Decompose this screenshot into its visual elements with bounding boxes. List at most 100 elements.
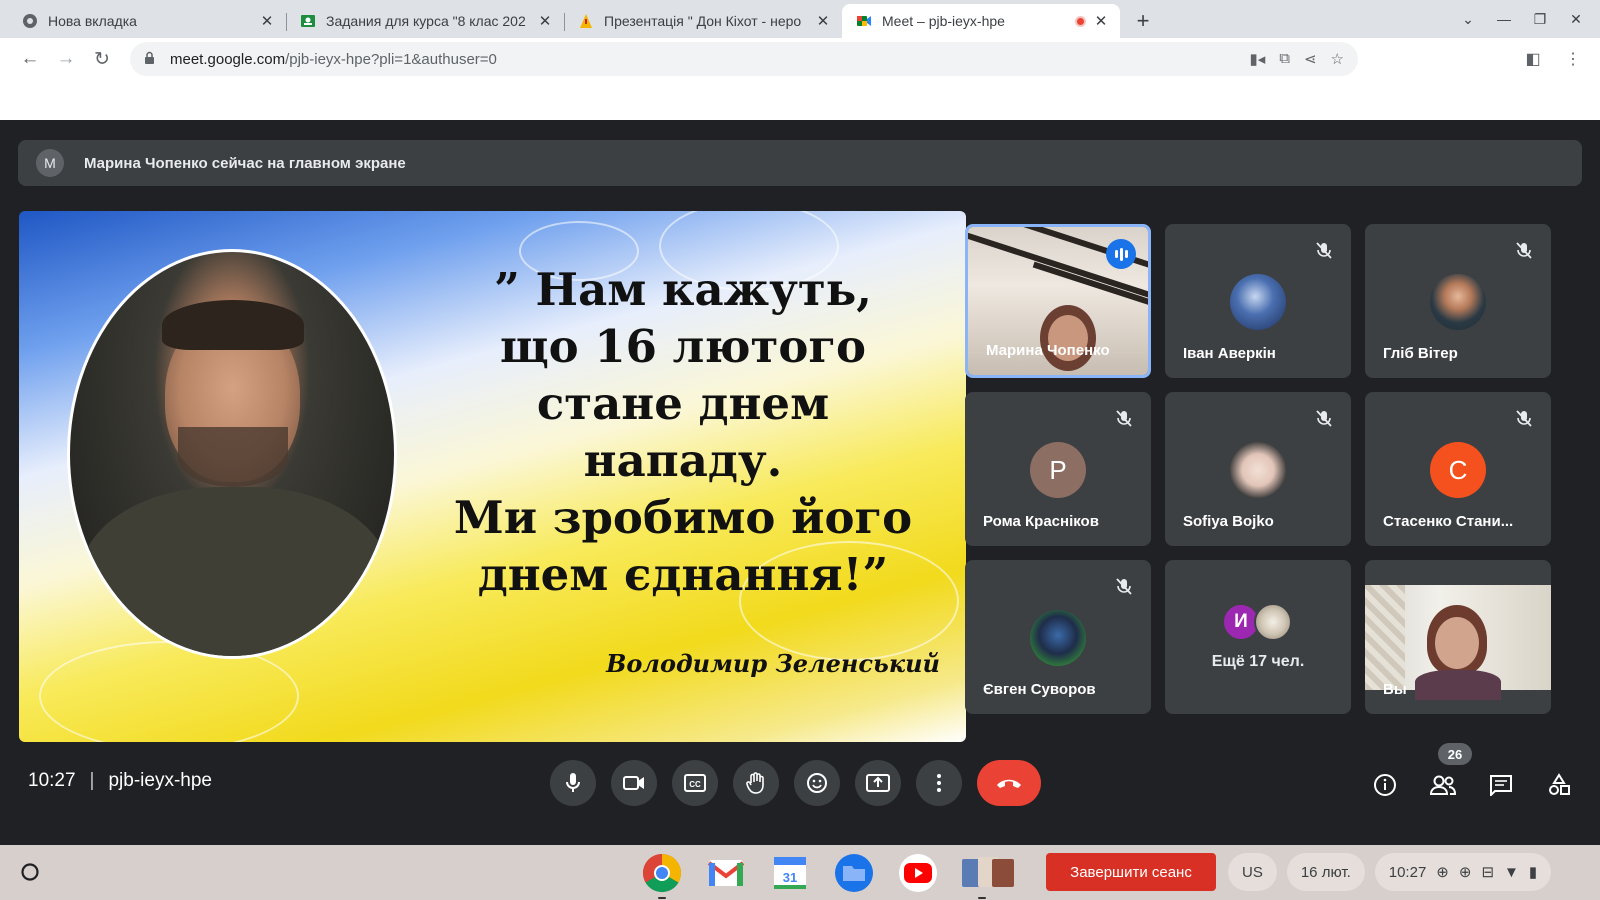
people-button[interactable] bbox=[1420, 762, 1466, 808]
youtube-icon bbox=[899, 854, 937, 892]
raise-hand-button[interactable] bbox=[733, 760, 779, 806]
wifi-icon: ▼ bbox=[1504, 863, 1519, 881]
avatar: С bbox=[1430, 442, 1486, 498]
close-icon[interactable]: ✕ bbox=[258, 12, 276, 30]
close-icon[interactable]: ✕ bbox=[536, 12, 554, 30]
captions-button[interactable]: CC bbox=[672, 760, 718, 806]
close-icon[interactable]: ✕ bbox=[814, 12, 832, 30]
meeting-details-button[interactable] bbox=[1362, 762, 1408, 808]
presenting-banner: M Марина Чопенко сейчас на главном экран… bbox=[18, 140, 1582, 186]
star-icon[interactable]: ☆ bbox=[1331, 50, 1344, 68]
tab-new-tab[interactable]: Нова вкладка ✕ bbox=[8, 4, 286, 38]
mic-off-icon bbox=[1113, 408, 1135, 430]
more-options-button[interactable] bbox=[916, 760, 962, 806]
translate-icon[interactable]: ⧉ bbox=[1279, 50, 1290, 68]
side-panel-icon[interactable]: ◧ bbox=[1518, 44, 1548, 74]
page-top-blank bbox=[0, 80, 1600, 120]
avatar bbox=[1030, 610, 1086, 666]
menu-icon[interactable]: ⋮ bbox=[1558, 44, 1588, 74]
launcher-button[interactable] bbox=[14, 856, 46, 888]
more-participants-tile[interactable]: И Ещё 17 чел. bbox=[1165, 560, 1351, 714]
slide-signature: Володимир Зеленський bbox=[606, 649, 940, 678]
camera-button[interactable] bbox=[611, 760, 657, 806]
battery-icon: ▮ bbox=[1528, 864, 1538, 881]
mic-icon bbox=[566, 773, 580, 792]
tab-presentation[interactable]: Презентація " Дон Кіхот - неро ✕ bbox=[564, 4, 842, 38]
back-icon[interactable]: ← bbox=[12, 41, 48, 77]
mic-off-icon bbox=[1513, 408, 1535, 430]
address-bar[interactable]: meet.google.com/pjb-ieyx-hpe?pli=1&authu… bbox=[130, 42, 1358, 76]
participant-name: Євген Суворов bbox=[983, 681, 1096, 698]
participant-tile[interactable]: Марина Чопенко bbox=[965, 224, 1151, 378]
slide-quote: ” Нам кажуть, що 16 лютого стане днем на… bbox=[433, 261, 933, 603]
notification-icon: ⊕ bbox=[1436, 864, 1449, 881]
participant-name: Іван Аверкін bbox=[1183, 345, 1276, 362]
avatar: M bbox=[36, 149, 64, 177]
browser-toolbar: ← → ↻ meet.google.com/pjb-ieyx-hpe?pli=1… bbox=[0, 38, 1600, 80]
window-thumbnail-app[interactable] bbox=[960, 851, 1016, 899]
participant-name: Рома Красніков bbox=[983, 513, 1099, 530]
mic-off-icon bbox=[1313, 408, 1335, 430]
quote-line: що 16 лютого bbox=[499, 320, 867, 373]
gmail-app[interactable] bbox=[704, 851, 748, 895]
leave-call-button[interactable] bbox=[977, 760, 1041, 806]
files-app[interactable] bbox=[832, 851, 876, 895]
share-icon[interactable]: ⋖ bbox=[1304, 50, 1317, 68]
status-tray: US 16 лют. 10:27 ⊕ ⊕ ⊟ ▼ ▮ bbox=[1228, 853, 1552, 891]
chat-icon bbox=[1490, 775, 1512, 796]
date-indicator[interactable]: 16 лют. bbox=[1286, 853, 1365, 891]
avatar bbox=[1430, 274, 1486, 330]
participant-tile[interactable]: С Стасенко Стани... bbox=[1365, 392, 1551, 546]
restore-icon[interactable]: ❐ bbox=[1524, 3, 1556, 35]
forward-icon[interactable]: → bbox=[48, 41, 84, 77]
presentation-icon bbox=[578, 13, 594, 29]
close-icon[interactable]: ✕ bbox=[1092, 12, 1110, 30]
hand-icon bbox=[746, 772, 764, 794]
chat-button[interactable] bbox=[1478, 762, 1524, 808]
tab-classroom[interactable]: Задания для курса "8 клас 202 ✕ bbox=[286, 4, 564, 38]
camera-icon[interactable]: ▮◂ bbox=[1249, 50, 1265, 68]
youtube-app[interactable] bbox=[896, 851, 940, 895]
avatar: Р bbox=[1030, 442, 1086, 498]
portrait-image bbox=[67, 249, 397, 659]
close-window-icon[interactable]: ✕ bbox=[1560, 3, 1592, 35]
tab-search-icon[interactable]: ⌄ bbox=[1452, 3, 1484, 35]
mic-off-icon bbox=[1513, 240, 1535, 262]
new-tab-button[interactable]: + bbox=[1126, 4, 1160, 38]
end-session-button[interactable]: Завершити сеанс bbox=[1046, 853, 1216, 891]
self-view-tile[interactable]: Вы bbox=[1365, 560, 1551, 714]
system-status[interactable]: 10:27 ⊕ ⊕ ⊟ ▼ ▮ bbox=[1374, 853, 1552, 891]
avatar bbox=[1230, 442, 1286, 498]
meet-window: M Марина Чопенко сейчас на главном экран… bbox=[0, 120, 1600, 845]
tab-title: Meet – pjb-ieyx-hpe bbox=[882, 13, 1005, 29]
windows-icon bbox=[962, 857, 1014, 887]
chrome-app[interactable] bbox=[640, 851, 684, 899]
input-method-indicator[interactable]: US bbox=[1228, 853, 1277, 891]
shelf-apps: 31 bbox=[640, 851, 1016, 899]
participant-name: Вы bbox=[1383, 681, 1407, 698]
reload-icon[interactable]: ↻ bbox=[84, 41, 120, 77]
participant-tile[interactable]: Іван Аверкін bbox=[1165, 224, 1351, 378]
quote-line: днем єднання!” bbox=[477, 548, 889, 601]
tab-meet[interactable]: Meet – pjb-ieyx-hpe ✕ bbox=[842, 4, 1120, 38]
camera-icon bbox=[623, 776, 644, 790]
lock-icon[interactable] bbox=[144, 51, 158, 68]
minimize-icon[interactable]: — bbox=[1488, 3, 1520, 35]
chrome-icon bbox=[642, 853, 682, 893]
participant-tile[interactable]: Р Рома Красніков bbox=[965, 392, 1151, 546]
participant-tile[interactable]: Євген Суворов bbox=[965, 560, 1151, 714]
reactions-button[interactable] bbox=[794, 760, 840, 806]
mic-off-icon bbox=[1113, 576, 1135, 598]
present-screen-icon bbox=[866, 774, 890, 792]
participant-tile[interactable]: Гліб Вітер bbox=[1365, 224, 1551, 378]
present-button[interactable] bbox=[855, 760, 901, 806]
calendar-app[interactable]: 31 bbox=[768, 851, 812, 895]
participant-name: Стасенко Стани... bbox=[1383, 513, 1514, 530]
participant-tile[interactable]: Sofiya Bojko bbox=[1165, 392, 1351, 546]
meeting-code: pjb-ieyx-hpe bbox=[108, 770, 212, 791]
quote-line: Ми зробимо його bbox=[453, 491, 913, 544]
mic-button[interactable] bbox=[550, 760, 596, 806]
meeting-info: 10:27 | pjb-ieyx-hpe bbox=[28, 770, 212, 792]
activities-button[interactable] bbox=[1536, 762, 1582, 808]
language-icon: ⊟ bbox=[1481, 864, 1495, 881]
